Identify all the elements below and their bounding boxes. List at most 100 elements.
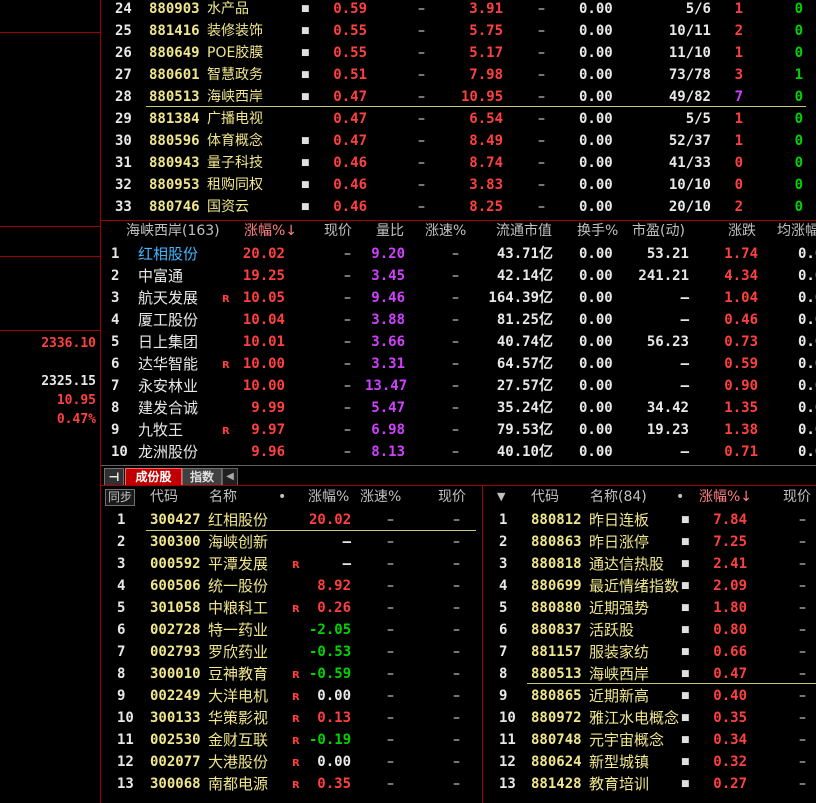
- table-row[interactable]: 27 880601 智慧政务 ■ 0.51 – 7.98 – 0.00 73/78 3 1: [101, 64, 816, 86]
- avg-change: 0.0: [798, 422, 816, 438]
- sync-button[interactable]: 同步: [105, 489, 136, 506]
- table-row[interactable]: 10 880972 雅江水电概念 ■ 0.35 –: [483, 707, 816, 729]
- stock-code: 600506: [150, 578, 201, 594]
- dash: –: [418, 199, 425, 215]
- col-pe[interactable]: 市盈(动): [632, 220, 685, 242]
- table-row[interactable]: 3 航天发展 R 10.05 – 9.46 – 164.39亿 0.00 – 1.04 0.0: [101, 287, 816, 309]
- price: –: [799, 512, 806, 528]
- table-row[interactable]: 13 300068 南都电源 R 0.35 – –: [101, 773, 481, 795]
- col-price[interactable]: 现价: [438, 486, 466, 508]
- col-name[interactable]: 名称(84): [590, 486, 647, 508]
- table-row[interactable]: 4 600506 统一股份 8.92 – –: [101, 575, 481, 597]
- col-speed[interactable]: 涨速%: [360, 486, 401, 508]
- table-row[interactable]: 1 红相股份 20.02 – 9.20 – 43.71亿 0.00 53.21 1.74 0.0: [101, 243, 816, 265]
- table-row[interactable]: 31 880943 量子科技 ■ 0.46 – 8.74 – 0.00 41/33 0 0: [101, 152, 816, 174]
- change-pct: 8.92: [317, 578, 351, 594]
- table-row[interactable]: 7 881157 服装家纺 ■ 0.66 –: [483, 641, 816, 663]
- up-down-ratio: 11/10: [668, 45, 711, 61]
- table-row[interactable]: 2 300300 海峡创新 – – –: [101, 531, 481, 553]
- table-row[interactable]: 11 880748 元宇宙概念 ■ 0.34 –: [483, 729, 816, 751]
- stock-name: 大港股份: [208, 753, 269, 771]
- table-row[interactable]: 4 厦工股份 10.04 – 3.88 – 81.25亿 0.00 – 0.46 0.0: [101, 309, 816, 331]
- tab-scroll-left-icon[interactable]: ◀: [222, 468, 238, 486]
- sector-name: 海峡西岸: [207, 89, 263, 105]
- col-turnover[interactable]: 换手%: [577, 220, 618, 242]
- up-down-ratio: 20/10: [668, 199, 711, 215]
- col-change[interactable]: 涨跌: [728, 220, 756, 242]
- table-row[interactable]: 5 日上集团 10.01 – 3.66 – 40.74亿 0.00 56.23 0.73 0.0: [101, 331, 816, 353]
- price: –: [344, 268, 351, 284]
- market-cap: 43.71亿: [496, 246, 553, 262]
- row-index: 32: [115, 177, 132, 193]
- table-row[interactable]: 26 880649 POE胶膜 ■ 0.55 – 5.17 – 0.00 11/10 1 0: [101, 42, 816, 64]
- table-row[interactable]: 6 002728 特一药业 -2.05 – –: [101, 619, 481, 641]
- table-row[interactable]: 3 000592 平潭发展 R – – –: [101, 553, 481, 575]
- table-row[interactable]: 1 300427 红相股份 20.02 – –: [101, 509, 481, 531]
- change: 0.71: [724, 444, 758, 460]
- table-row[interactable]: 9 880865 近期新高 ■ 0.40 –: [483, 685, 816, 707]
- sort-icon[interactable]: ▼: [497, 486, 505, 508]
- table-row[interactable]: 10 300133 华策影视 R 0.13 – –: [101, 707, 481, 729]
- table-row[interactable]: 28 880513 海峡西岸 ■ 0.47 – 10.95 – 0.00 49/82 7 0: [101, 86, 816, 108]
- table-row[interactable]: 6 达华智能 R 10.00 – 3.31 – 64.57亿 0.00 – 0.59 0.0: [101, 353, 816, 375]
- stock-name: 南都电源: [208, 775, 269, 793]
- panel-toggle-button[interactable]: ⊣: [104, 468, 124, 486]
- table-row[interactable]: 30 880596 体育概念 ■ 0.47 – 8.49 – 0.00 52/37 1 0: [101, 130, 816, 152]
- row-index: 11: [499, 732, 516, 748]
- sector-name: 体育概念: [207, 133, 263, 149]
- col-speed[interactable]: 涨速%: [425, 220, 466, 242]
- margin-flag: R: [222, 294, 230, 305]
- table-row[interactable]: 33 880746 国资云 ■ 0.46 – 8.25 – 0.00 20/10 2 0: [101, 196, 816, 218]
- change-pct: 0.32: [713, 754, 747, 770]
- col-price[interactable]: 现价: [324, 220, 352, 242]
- col-vol-ratio[interactable]: 量比: [376, 220, 404, 242]
- table-row[interactable]: 5 301058 中粮科工 R 0.26 – –: [101, 597, 481, 619]
- down-count: 0: [794, 155, 803, 171]
- table-row[interactable]: 7永安林业10.00–13.47–27.57亿0.00–0.900.0: [101, 375, 816, 397]
- turnover: 0.00: [579, 67, 613, 83]
- table-row[interactable]: 2 880863 昨日涨停 ■ 7.25 –: [483, 531, 816, 553]
- table-row[interactable]: 13 881428 教育培训 ■ 0.27 –: [483, 773, 816, 795]
- table-row[interactable]: 29 881384 广播电视 0.47 – 6.54 – 0.00 5/5 1 0: [101, 108, 816, 130]
- pe-ratio: –: [680, 444, 689, 460]
- table-row[interactable]: 3 880818 通达信热股 ■ 2.41 –: [483, 553, 816, 575]
- table-row[interactable]: 32 880953 租购同权 ■ 0.46 – 3.83 – 0.00 10/10 0 0: [101, 174, 816, 196]
- row-index: 4: [117, 578, 126, 594]
- col-code[interactable]: 代码: [150, 486, 178, 508]
- table-row[interactable]: 12 002077 大港股份 R 0.00 – –: [101, 751, 481, 773]
- table-row[interactable]: 5 880880 近期强势 ■ 1.80 –: [483, 597, 816, 619]
- col-name[interactable]: 名称: [209, 486, 237, 508]
- table-row[interactable]: 8 建发合诚 9.99 – 5.47 – 35.24亿 0.00 34.42 1.35 0.0: [101, 397, 816, 419]
- price: –: [799, 710, 806, 726]
- table-row[interactable]: 11 002530 金财互联 R -0.19 – –: [101, 729, 481, 751]
- tab-index[interactable]: 指数: [182, 468, 222, 486]
- tab-constituents[interactable]: 成份股: [125, 468, 182, 486]
- table-row[interactable]: 2 中富通 19.25 – 3.45 – 42.14亿 0.00 241.21 4.34 0.0: [101, 265, 816, 287]
- pe-ratio: –: [680, 312, 689, 328]
- col-pct[interactable]: 涨幅%: [308, 486, 349, 508]
- table-row[interactable]: 7 002793 罗欣药业 -0.53 – –: [101, 641, 481, 663]
- change: 1.35: [724, 400, 758, 416]
- table-row[interactable]: 8 300010 豆神教育 R -0.59 – –: [101, 663, 481, 685]
- col-pct[interactable]: 涨幅%↓: [244, 220, 297, 242]
- table-row[interactable]: 1 880812 昨日连板 ■ 7.84 –: [483, 509, 816, 531]
- table-row[interactable]: 8 880513 海峡西岸 ■ 0.47 –: [483, 663, 816, 685]
- table-row[interactable]: 25 881416 装修装饰 ■ 0.55 – 5.75 – 0.00 10/11 2 0: [101, 20, 816, 42]
- table-row[interactable]: 12 880624 新型城镇 ■ 0.32 –: [483, 751, 816, 773]
- table-row[interactable]: 9 002249 大洋电机 R 0.00 – –: [101, 685, 481, 707]
- col-pct[interactable]: 涨幅%↓: [699, 486, 752, 508]
- down-count: 0: [794, 111, 803, 127]
- table-row[interactable]: 6 880837 活跃股 ■ 0.80 –: [483, 619, 816, 641]
- table-row[interactable]: 9 九牧王 R 9.97 – 6.98 – 79.53亿 0.00 19.23 1.38 0.0: [101, 419, 816, 441]
- row-index: 7: [111, 378, 120, 394]
- table-row[interactable]: 10 龙洲股份 9.96 – 8.13 – 40.10亿 0.00 – 0.71 0.0: [101, 441, 816, 463]
- constituent-title[interactable]: 海峡西岸(163): [126, 220, 220, 242]
- col-price[interactable]: 现价: [783, 486, 811, 508]
- col-avg[interactable]: 均涨幅: [777, 220, 816, 242]
- avg-change: 0.0: [798, 378, 816, 394]
- table-row[interactable]: 24 880903 水产品 ■ 0.59 – 3.91 – 0.00 5/6 1 0: [101, 0, 816, 20]
- sector-name: 租购同权: [207, 177, 263, 193]
- table-row[interactable]: 4 880699 最近情绪指数 ■ 2.09 –: [483, 575, 816, 597]
- col-cap[interactable]: 流通市值: [496, 220, 552, 242]
- col-code[interactable]: 代码: [531, 486, 559, 508]
